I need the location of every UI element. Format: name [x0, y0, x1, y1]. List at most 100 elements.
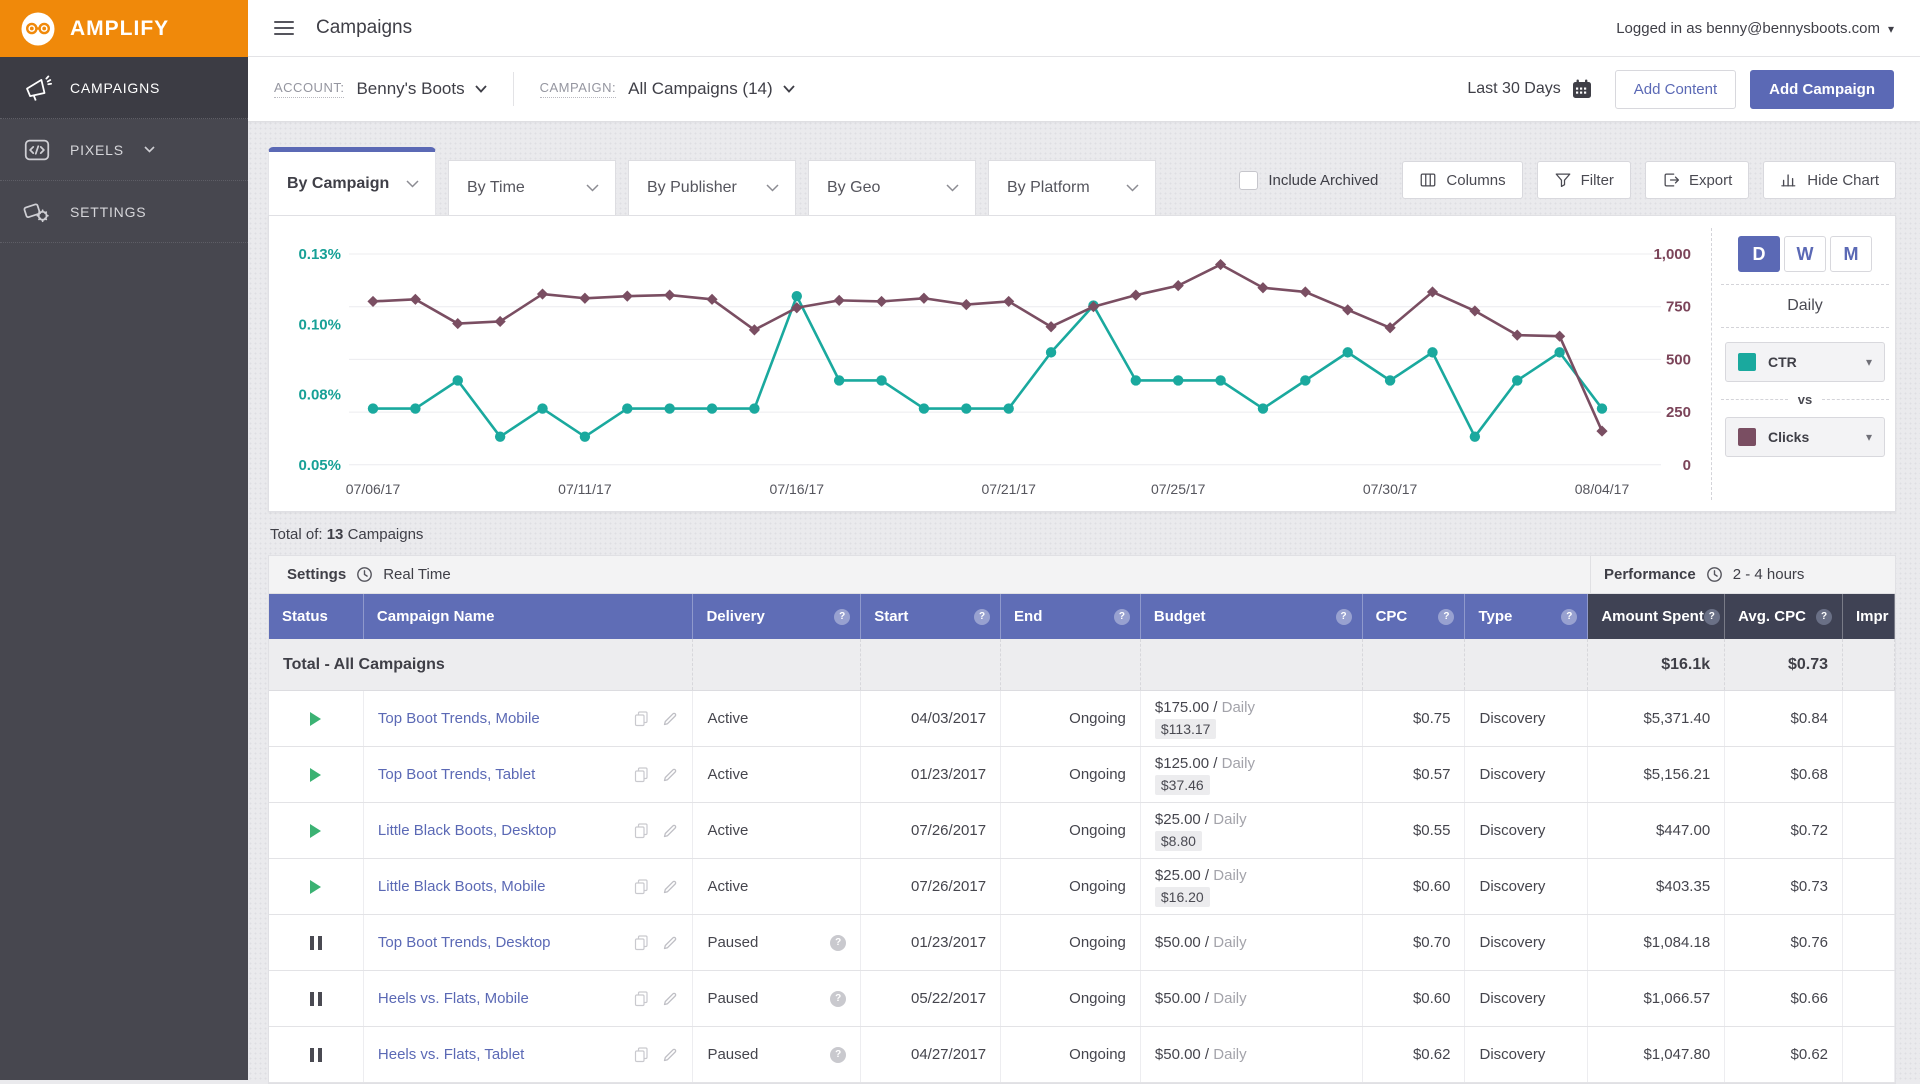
help-icon[interactable]: ?	[1816, 608, 1833, 625]
column-header-amount-spent[interactable]: Amount Spent?	[1588, 594, 1726, 639]
column-header-budget[interactable]: Budget?	[1140, 594, 1363, 639]
hide-chart-button[interactable]: Hide Chart	[1763, 161, 1896, 199]
copy-icon[interactable]	[633, 822, 650, 839]
help-icon[interactable]: ?	[1113, 608, 1130, 625]
pencil-icon[interactable]	[662, 767, 678, 783]
cell-end: Ongoing	[1001, 691, 1141, 746]
copy-icon[interactable]	[633, 1046, 650, 1063]
chevron-down-icon	[586, 184, 599, 192]
chevron-down-icon	[783, 85, 795, 93]
column-header-type[interactable]: Type?	[1465, 594, 1589, 639]
svg-text:08/04/17: 08/04/17	[1575, 481, 1630, 497]
cell-value: Ongoing	[1069, 934, 1126, 951]
pencil-icon[interactable]	[662, 935, 678, 951]
copy-icon[interactable]	[633, 990, 650, 1007]
help-icon[interactable]: ?	[830, 1046, 847, 1063]
help-icon[interactable]: ?	[1703, 608, 1720, 625]
tab-by-time[interactable]: By Time	[448, 160, 616, 215]
budget-spent-chip: $113.17	[1154, 718, 1217, 739]
granularity-daily-button[interactable]: D	[1738, 236, 1780, 272]
cell-value: Discovery	[1479, 822, 1546, 839]
svg-text:1,000: 1,000	[1653, 246, 1691, 263]
copy-icon[interactable]	[633, 934, 650, 951]
campaign-name-link[interactable]: Little Black Boots, Desktop	[378, 822, 556, 839]
cell-delivery: Active	[693, 691, 862, 746]
copy-icon[interactable]	[633, 710, 650, 727]
account-selector[interactable]: Benny's Boots	[356, 79, 487, 99]
tab-by-publisher[interactable]: By Publisher	[628, 160, 796, 215]
pencil-icon[interactable]	[662, 823, 678, 839]
date-range-picker[interactable]: Last 30 Days	[1467, 78, 1592, 100]
pause-icon[interactable]	[309, 1047, 322, 1062]
page-title: Campaigns	[316, 17, 413, 38]
granularity-monthly-button[interactable]: M	[1830, 236, 1872, 272]
column-header-status[interactable]: Status	[269, 594, 364, 639]
help-icon[interactable]: ?	[1561, 608, 1578, 625]
cell-value: $0.62	[1790, 1046, 1829, 1063]
chevron-down-icon	[144, 146, 155, 153]
total-row-empty-cell	[1363, 639, 1466, 690]
campaign-name-link[interactable]: Heels vs. Flats, Tablet	[378, 1046, 524, 1063]
campaign-selector[interactable]: All Campaigns (14)	[628, 79, 795, 99]
tab-by-geo[interactable]: By Geo	[808, 160, 976, 215]
pencil-icon[interactable]	[662, 991, 678, 1007]
pause-icon[interactable]	[309, 935, 322, 950]
pencil-icon[interactable]	[662, 1047, 678, 1063]
performance-group-label: Performance	[1604, 566, 1696, 583]
column-header-start[interactable]: Start?	[861, 594, 1002, 639]
sidebar-item-settings[interactable]: SETTINGS	[0, 181, 248, 243]
column-header-impr[interactable]: Impr	[1843, 594, 1895, 639]
column-header-campaign-name[interactable]: Campaign Name	[363, 594, 694, 639]
add-campaign-button[interactable]: Add Campaign	[1750, 69, 1894, 109]
tab-label: By Campaign	[287, 174, 390, 192]
help-icon[interactable]: ?	[974, 608, 991, 625]
metric-2-select[interactable]: Clicks ▾	[1725, 417, 1885, 457]
sidebar-item-campaigns[interactable]: CAMPAIGNS	[0, 57, 248, 119]
campaign-name-link[interactable]: Top Boot Trends, Mobile	[378, 710, 540, 727]
sidebar: AMPLIFY CAMPAIGNS PIXELS SETTINGS	[0, 0, 248, 1080]
cell-avg_cpc: $0.73	[1725, 859, 1844, 914]
budget-value: $50.00 / Daily	[1154, 990, 1247, 1007]
sidebar-item-pixels[interactable]: PIXELS	[0, 119, 248, 181]
cell-value: $0.60	[1412, 990, 1451, 1007]
filter-button[interactable]: Filter	[1536, 161, 1631, 199]
copy-icon[interactable]	[633, 878, 650, 895]
export-button[interactable]: Export	[1644, 161, 1750, 199]
column-header-delivery[interactable]: Delivery?	[693, 594, 862, 639]
row-actions	[633, 766, 678, 783]
metric-1-select[interactable]: CTR ▾	[1725, 342, 1885, 382]
pause-icon[interactable]	[309, 991, 322, 1006]
campaign-name-link[interactable]: Top Boot Trends, Tablet	[378, 766, 535, 783]
play-icon[interactable]	[310, 767, 322, 782]
tab-by-platform[interactable]: By Platform	[988, 160, 1156, 215]
column-header-cpc[interactable]: CPC?	[1362, 594, 1466, 639]
cell-cpc: $0.75	[1363, 691, 1466, 746]
play-icon[interactable]	[310, 711, 322, 726]
top-bar: Campaigns Logged in as benny@bennysboots…	[248, 0, 1920, 57]
campaign-name-link[interactable]: Little Black Boots, Mobile	[378, 878, 546, 895]
help-icon[interactable]: ?	[834, 608, 851, 625]
menu-icon[interactable]	[274, 21, 294, 35]
column-header-end[interactable]: End?	[1001, 594, 1141, 639]
help-icon[interactable]: ?	[830, 934, 847, 951]
play-icon[interactable]	[310, 879, 322, 894]
tab-by-campaign[interactable]: By Campaign	[268, 147, 436, 215]
help-icon[interactable]: ?	[1335, 608, 1352, 625]
include-archived-checkbox[interactable]	[1239, 170, 1259, 190]
pencil-icon[interactable]	[662, 879, 678, 895]
include-archived-toggle[interactable]: Include Archived	[1239, 170, 1378, 190]
add-content-button[interactable]: Add Content	[1614, 69, 1737, 109]
campaign-name-link[interactable]: Top Boot Trends, Desktop	[378, 934, 551, 951]
campaign-name-link[interactable]: Heels vs. Flats, Mobile	[378, 990, 529, 1007]
play-icon[interactable]	[310, 823, 322, 838]
help-icon[interactable]: ?	[830, 990, 847, 1007]
columns-label: Columns	[1446, 171, 1506, 189]
megaphone-icon	[26, 75, 52, 101]
columns-button[interactable]: Columns	[1402, 161, 1523, 199]
pencil-icon[interactable]	[662, 711, 678, 727]
user-menu[interactable]: Logged in as benny@bennysboots.com ▾	[1616, 20, 1894, 37]
granularity-weekly-button[interactable]: W	[1784, 236, 1826, 272]
copy-icon[interactable]	[633, 766, 650, 783]
column-header-avg-cpc[interactable]: Avg. CPC?	[1725, 594, 1844, 639]
help-icon[interactable]: ?	[1438, 608, 1455, 625]
